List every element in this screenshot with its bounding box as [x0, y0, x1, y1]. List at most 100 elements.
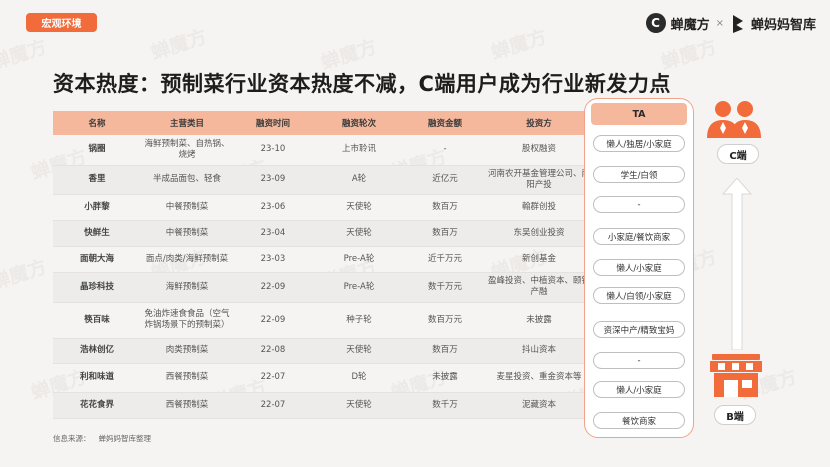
page-title: 资本热度：预制菜行业资本热度不减，C端用户成为行业新发力点 — [53, 72, 671, 96]
cell-investor: 麦星投资、重金资本等 — [485, 363, 593, 393]
cell-time: 23-06 — [233, 194, 313, 221]
cell-amount: 数百万元 — [405, 302, 485, 339]
cell-investor: 泥藏资本 — [485, 392, 593, 419]
cell-round: 天使轮 — [313, 220, 405, 247]
watermark-text: 蝉魔方 — [488, 25, 550, 65]
cell-time: 22-07 — [233, 363, 313, 393]
b-end-label: B端 — [714, 405, 756, 425]
cell-category: 海鲜预制菜 — [141, 272, 233, 303]
col-header-time: 融资时间 — [233, 111, 313, 135]
cell-name: 小胖黎 — [53, 194, 141, 221]
cell-time: 23-04 — [233, 220, 313, 247]
cell-investor: 抖山资本 — [485, 338, 593, 364]
cell-time: 23-10 — [233, 135, 313, 166]
ta-item: 懒人/小家庭 — [593, 381, 685, 398]
table-row: 小胖黎 中餐预制菜 23-06 天使轮 数百万 翰群创投 — [53, 194, 593, 221]
ta-item: 小家庭/餐饮商家 — [593, 228, 685, 245]
watermark-text: 蝉魔方 — [148, 25, 210, 65]
cell-round: 天使轮 — [313, 338, 405, 364]
ta-item: 懒人/独居/小家庭 — [593, 135, 685, 152]
watermark-text: 蝉魔方 — [0, 35, 50, 75]
table-row: 筷百味 免油炸速食食品（空气炸锅场景下的预制菜） 22-09 种子轮 数百万元 未披露 — [53, 302, 593, 339]
cell-amount: 数千万元 — [405, 272, 485, 303]
cell-investor: 新创基金 — [485, 246, 593, 273]
cell-investor: 盈峰投资、中植资本、颐锁产融 — [485, 272, 593, 303]
cell-round: D轮 — [313, 363, 405, 393]
cell-category: 中餐预制菜 — [141, 220, 233, 247]
logo-separator: × — [715, 17, 724, 29]
col-header-category: 主营类目 — [141, 111, 233, 135]
table-row: 快鲜生 中餐预制菜 23-04 天使轮 数百万 东吴创业投资 — [53, 220, 593, 247]
cell-amount: 数百万 — [405, 220, 485, 247]
cell-name: 香里 — [53, 165, 141, 195]
slide: 蝉魔方蝉魔方蝉魔方蝉魔方蝉魔方蝉魔方蝉魔方蝉魔方蝉魔方蝉魔方蝉魔方蝉魔方蝉魔方蝉… — [0, 0, 830, 467]
arrow-up-icon — [722, 178, 752, 350]
cell-category: 免油炸速食食品（空气炸锅场景下的预制菜） — [141, 302, 233, 339]
ta-header: TA — [591, 103, 687, 125]
ta-item: - — [593, 196, 685, 213]
brand-logos: C 蝉魔方 × 蝉妈妈智库 — [645, 11, 816, 35]
chanmama-logo-icon — [730, 13, 746, 33]
cell-time: 23-09 — [233, 165, 313, 195]
cell-time: 22-09 — [233, 272, 313, 303]
source-label: 信息来源： — [53, 434, 91, 443]
cell-time: 22-09 — [233, 302, 313, 339]
col-header-name: 名称 — [53, 111, 141, 135]
cell-name: 利和味道 — [53, 363, 141, 393]
cell-amount: 近千万元 — [405, 246, 485, 273]
table-row: 香里 半成品面包、轻食 23-09 A轮 近亿元 河南农开基金管理公司、南阳产投 — [53, 165, 593, 195]
table-row: 浩林创亿 肉类预制菜 22-08 天使轮 数百万 抖山资本 — [53, 338, 593, 364]
cell-category: 肉类预制菜 — [141, 338, 233, 364]
cell-investor: 河南农开基金管理公司、南阳产投 — [485, 165, 593, 195]
c-end-label: C端 — [717, 144, 759, 164]
col-header-investor: 投资方 — [485, 111, 593, 135]
table-row: 花花食界 西餐预制菜 22-07 天使轮 数千万 泥藏资本 — [53, 392, 593, 419]
cell-name: 快鲜生 — [53, 220, 141, 247]
col-header-round: 融资轮次 — [313, 111, 405, 135]
table-row: 面朝大海 面点/肉类/海鲜预制菜 23-03 Pre-A轮 近千万元 新创基金 — [53, 246, 593, 273]
cell-time: 22-07 — [233, 392, 313, 419]
ta-item: 懒人/小家庭 — [593, 259, 685, 276]
cell-amount: 数百万 — [405, 194, 485, 221]
cell-amount: 近亿元 — [405, 165, 485, 195]
cell-round: Pre-A轮 — [313, 272, 405, 303]
table-row: 晶珍科技 海鲜预制菜 22-09 Pre-A轮 数千万元 盈峰投资、中植资本、颐锁产融 — [53, 272, 593, 303]
col-header-amount: 融资金额 — [405, 111, 485, 135]
cell-category: 西餐预制菜 — [141, 392, 233, 419]
cell-investor: 翰群创投 — [485, 194, 593, 221]
cell-investor: 股权融资 — [485, 135, 593, 166]
cell-round: 上市聆讯 — [313, 135, 405, 166]
cell-round: Pre-A轮 — [313, 246, 405, 273]
section-tag: 宏观环境 — [26, 13, 97, 32]
funding-table: 名称 主营类目 融资时间 融资轮次 融资金额 投资方 锅圈 海鲜预制菜、自热锅、烧… — [53, 111, 593, 419]
cell-name: 花花食界 — [53, 392, 141, 419]
cell-name: 面朝大海 — [53, 246, 141, 273]
cell-category: 面点/肉类/海鲜预制菜 — [141, 246, 233, 273]
table-row: 利和味道 西餐预制菜 22-07 D轮 未披露 麦星投资、重金资本等 — [53, 363, 593, 393]
logo1-text: 蝉魔方 — [670, 17, 710, 33]
table-header-row: 名称 主营类目 融资时间 融资轮次 融资金额 投资方 — [53, 111, 593, 135]
cell-amount: 数百万 — [405, 338, 485, 364]
cell-time: 22-08 — [233, 338, 313, 364]
cell-round: A轮 — [313, 165, 405, 195]
logo2-text: 蝉妈妈智库 — [750, 17, 816, 33]
cell-category: 西餐预制菜 — [141, 363, 233, 393]
cell-round: 种子轮 — [313, 302, 405, 339]
cell-amount: 数千万 — [405, 392, 485, 419]
cell-name: 浩林创亿 — [53, 338, 141, 364]
cell-round: 天使轮 — [313, 194, 405, 221]
watermark-text: 蝉魔方 — [0, 255, 50, 295]
cell-investor: 未披露 — [485, 302, 593, 339]
table-row: 锅圈 海鲜预制菜、自热锅、烧烤 23-10 上市聆讯 - 股权融资 — [53, 135, 593, 166]
cell-name: 筷百味 — [53, 302, 141, 339]
ta-item: 学生/白领 — [593, 166, 685, 183]
cell-category: 中餐预制菜 — [141, 194, 233, 221]
source-value: 蝉妈妈智库整理 — [98, 434, 152, 443]
ta-item: 餐饮商家 — [593, 412, 685, 429]
cell-amount: - — [405, 135, 485, 166]
chanmofang-logo-icon: C — [645, 13, 666, 33]
ta-item: 资深中产/精致宝妈 — [593, 321, 685, 338]
source-note: 信息来源： 蝉妈妈智库整理 — [53, 433, 151, 444]
cell-category: 半成品面包、轻食 — [141, 165, 233, 195]
users-icon — [707, 101, 761, 138]
